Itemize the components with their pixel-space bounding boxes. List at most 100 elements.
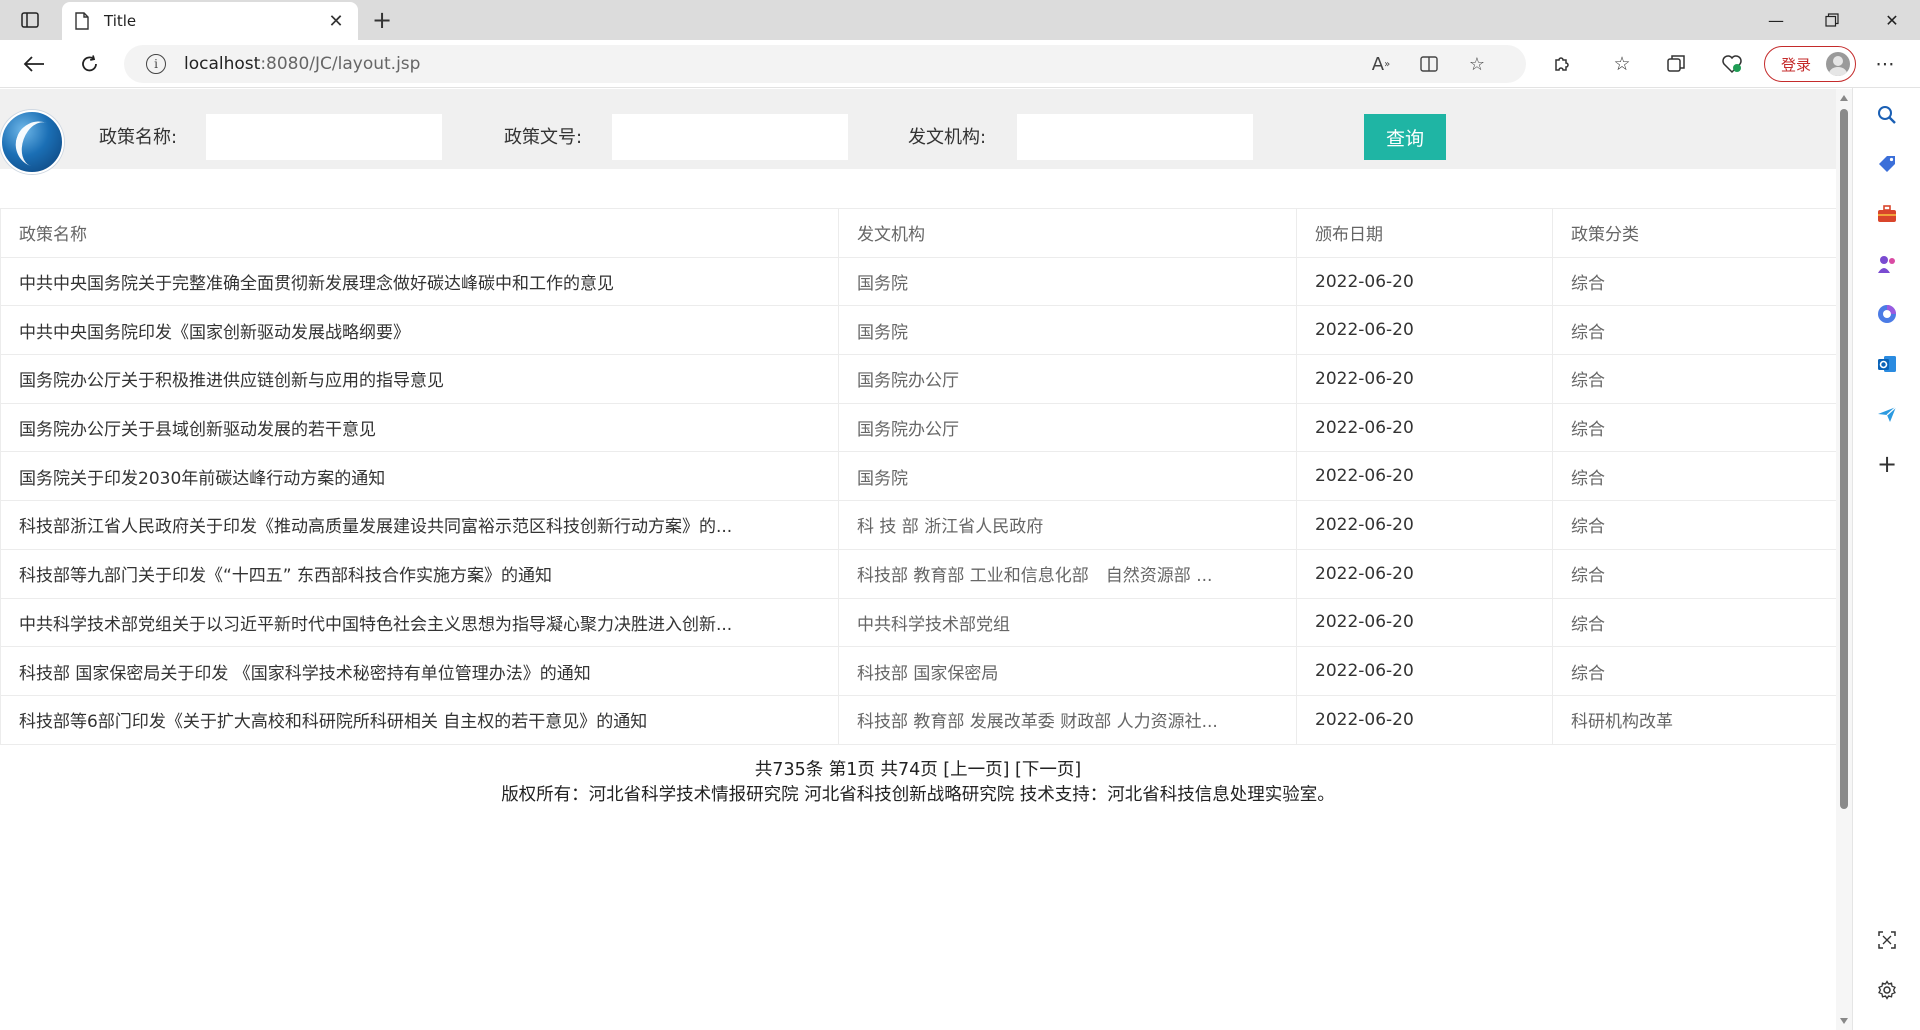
category-cell: 综合 bbox=[1552, 305, 1836, 356]
table-row[interactable]: 国务院办公厅关于积极推进供应链创新与应用的指导意见 国务院办公厅 2022-06-2… bbox=[0, 354, 1836, 404]
close-tab-icon[interactable]: ✕ bbox=[326, 11, 346, 32]
table-header-row: 政策名称 发文机构 颁布日期 政策分类 bbox=[0, 208, 1836, 258]
minimize-button[interactable]: — bbox=[1748, 0, 1804, 40]
issuer-cell: 国务院办公厅 bbox=[838, 402, 1297, 453]
pagination[interactable]: 共735条 第1页 共74页 [上一页] [下一页] bbox=[0, 756, 1836, 781]
back-button[interactable] bbox=[20, 50, 48, 78]
browser-toolbar: i localhost:8080/JC/layout.jsp A» ☆ ☆ 登录… bbox=[0, 40, 1920, 88]
outlook-icon[interactable] bbox=[1873, 350, 1901, 378]
date-cell: 2022-06-20 bbox=[1296, 548, 1553, 599]
table-row[interactable]: 中共中央国务院关于完整准确全面贯彻新发展理念做好碳达峰碳中和工作的意见 国务院 20… bbox=[0, 256, 1836, 307]
query-button[interactable]: 查询 bbox=[1364, 114, 1446, 160]
page-icon bbox=[75, 12, 89, 30]
page-viewport: 政策名称: 政策文号: 发文机构: 查询 政策名称 发文机构 颁布日期 政策分类 bbox=[0, 89, 1836, 1030]
issuer-cell: 国务院 bbox=[838, 256, 1297, 307]
scroll-down-arrow-icon[interactable] bbox=[1840, 1018, 1848, 1024]
copyright-footer: 版权所有：河北省科学技术情报研究院 河北省科技创新战略研究院 技术支持：河北省科… bbox=[501, 785, 1335, 805]
scroll-thumb[interactable] bbox=[1840, 109, 1848, 809]
date-cell: 2022-06-20 bbox=[1296, 646, 1553, 696]
add-sidebar-icon[interactable]: + bbox=[1873, 450, 1901, 478]
policy-name-cell[interactable]: 国务院办公厅关于县域创新驱动发展的若干意见 bbox=[0, 402, 839, 453]
policy-name-cell[interactable]: 中共中央国务院关于完整准确全面贯彻新发展理念做好碳达峰碳中和工作的意见 bbox=[0, 256, 839, 307]
close-window-button[interactable]: ✕ bbox=[1864, 0, 1920, 40]
collections-icon[interactable] bbox=[1662, 50, 1690, 78]
settings-gear-icon[interactable] bbox=[1873, 976, 1901, 1004]
table-row[interactable]: 国务院关于印发2030年前碳达峰行动方案的通知 国务院 2022-06-20 综合 bbox=[0, 451, 1836, 502]
reload-button[interactable] bbox=[76, 50, 104, 78]
search-icon[interactable] bbox=[1873, 101, 1901, 129]
issuer-label: 发文机构: bbox=[908, 127, 987, 148]
table-row[interactable]: 中共科学技术部党组关于以习近平新时代中国特色社会主义思想为指导凝心聚力决胜进入创… bbox=[0, 597, 1836, 648]
browser-sidebar: + bbox=[1852, 88, 1920, 1030]
issuer-cell: 科技部 教育部 发展改革委 财政部 人力资源社... bbox=[838, 694, 1297, 745]
policy-number-label: 政策文号: bbox=[504, 127, 583, 148]
category-cell: 综合 bbox=[1552, 646, 1836, 696]
login-button[interactable]: 登录 bbox=[1764, 46, 1856, 82]
category-cell: 综合 bbox=[1552, 597, 1836, 648]
policy-table: 政策名称 发文机构 颁布日期 政策分类 中共中央国务院关于完整准确全面贯彻新发展… bbox=[0, 208, 1836, 745]
date-cell: 2022-06-20 bbox=[1296, 256, 1553, 307]
date-cell: 2022-06-20 bbox=[1296, 354, 1553, 404]
read-aloud-icon[interactable]: A» bbox=[1366, 45, 1396, 83]
scroll-up-arrow-icon[interactable] bbox=[1840, 95, 1848, 101]
table-row[interactable]: 科技部等九部门关于印发《“十四五” 东西部科技合作实施方案》的通知 科技部 教育部… bbox=[0, 548, 1836, 599]
issuer-cell: 国务院 bbox=[838, 451, 1297, 502]
more-options-icon[interactable]: ⋯ bbox=[1871, 50, 1899, 78]
address-bar[interactable]: i localhost:8080/JC/layout.jsp A» ☆ bbox=[124, 45, 1526, 83]
split-screen-icon[interactable] bbox=[1414, 45, 1444, 83]
policy-name-cell[interactable]: 中共科学技术部党组关于以习近平新时代中国特色社会主义思想为指导凝心聚力决胜进入创… bbox=[0, 597, 839, 648]
category-cell: 综合 bbox=[1552, 402, 1836, 453]
date-cell: 2022-06-20 bbox=[1296, 597, 1553, 648]
issuer-cell: 科技部 国家保密局 bbox=[838, 646, 1297, 696]
shopping-tag-icon[interactable] bbox=[1873, 150, 1901, 178]
restore-button[interactable] bbox=[1804, 0, 1860, 40]
policy-name-cell[interactable]: 科技部浙江省人民政府关于印发《推动高质量发展建设共同富裕示范区科技创新行动方案》… bbox=[0, 500, 839, 550]
policy-name-input[interactable] bbox=[206, 114, 442, 160]
category-cell: 综合 bbox=[1552, 500, 1836, 550]
favorites-icon[interactable]: ☆ bbox=[1608, 50, 1636, 78]
policy-name-cell[interactable]: 科技部 国家保密局关于印发 《国家科学技术秘密持有单位管理办法》的通知 bbox=[0, 646, 839, 696]
copilot-icon[interactable] bbox=[1873, 300, 1901, 328]
issuer-cell: 国务院办公厅 bbox=[838, 354, 1297, 404]
policy-number-input[interactable] bbox=[612, 114, 848, 160]
tab-actions-button[interactable] bbox=[14, 8, 46, 32]
policy-name-label: 政策名称: bbox=[99, 127, 178, 148]
tab-strip: Title ✕ + — ✕ bbox=[0, 0, 1920, 40]
table-row[interactable]: 中共中央国务院印发《国家创新驱动发展战略纲要》 国务院 2022-06-20 综合 bbox=[0, 305, 1836, 356]
policy-name-cell[interactable]: 国务院办公厅关于积极推进供应链创新与应用的指导意见 bbox=[0, 354, 839, 404]
favorite-star-icon[interactable]: ☆ bbox=[1462, 45, 1492, 83]
back-arrow-icon bbox=[23, 56, 44, 72]
site-info-icon[interactable]: i bbox=[146, 54, 166, 74]
games-icon[interactable] bbox=[1873, 250, 1901, 278]
issuer-input[interactable] bbox=[1017, 114, 1253, 160]
table-row[interactable]: 国务院办公厅关于县域创新驱动发展的若干意见 国务院办公厅 2022-06-20 综合 bbox=[0, 402, 1836, 453]
policy-name-cell[interactable]: 中共中央国务院印发《国家创新驱动发展战略纲要》 bbox=[0, 305, 839, 356]
profile-avatar-icon bbox=[1826, 52, 1850, 76]
category-cell: 科研机构改革 bbox=[1552, 694, 1836, 745]
url-text: localhost:8080/JC/layout.jsp bbox=[184, 54, 421, 74]
issuer-cell: 中共科学技术部党组 bbox=[838, 597, 1297, 648]
table-row[interactable]: 科技部 国家保密局关于印发 《国家科学技术秘密持有单位管理办法》的通知 科技部 国… bbox=[0, 646, 1836, 696]
login-label: 登录 bbox=[1781, 55, 1812, 74]
header-policy-name: 政策名称 bbox=[0, 208, 839, 258]
table-row[interactable]: 科技部等6部门印发《关于扩大高校和科研院所科研相关 自主权的若干意见》的通知 科技… bbox=[0, 694, 1836, 745]
policy-name-cell[interactable]: 科技部等九部门关于印发《“十四五” 东西部科技合作实施方案》的通知 bbox=[0, 548, 839, 599]
browser-tab[interactable]: Title ✕ bbox=[62, 2, 358, 40]
extensions-icon[interactable] bbox=[1548, 50, 1576, 78]
policy-name-cell[interactable]: 科技部等6部门印发《关于扩大高校和科研院所科研相关 自主权的若干意见》的通知 bbox=[0, 694, 839, 745]
browser-essentials-icon[interactable] bbox=[1718, 50, 1746, 78]
site-logo bbox=[0, 110, 64, 174]
issuer-cell: 国务院 bbox=[838, 305, 1297, 356]
date-cell: 2022-06-20 bbox=[1296, 451, 1553, 502]
issuer-cell: 科 技 部 浙江省人民政府 bbox=[838, 500, 1297, 550]
issuer-cell: 科技部 教育部 工业和信息化部 自然资源部 ... bbox=[838, 548, 1297, 599]
send-icon[interactable] bbox=[1873, 400, 1901, 428]
date-cell: 2022-06-20 bbox=[1296, 402, 1553, 453]
page-scrollbar[interactable] bbox=[1836, 89, 1852, 1030]
policy-name-cell[interactable]: 国务院关于印发2030年前碳达峰行动方案的通知 bbox=[0, 451, 839, 502]
table-row[interactable]: 科技部浙江省人民政府关于印发《推动高质量发展建设共同富裕示范区科技创新行动方案》… bbox=[0, 500, 1836, 550]
category-cell: 综合 bbox=[1552, 256, 1836, 307]
tools-briefcase-icon[interactable] bbox=[1873, 200, 1901, 228]
new-tab-button[interactable]: + bbox=[370, 6, 394, 34]
screenshot-icon[interactable] bbox=[1873, 926, 1901, 954]
